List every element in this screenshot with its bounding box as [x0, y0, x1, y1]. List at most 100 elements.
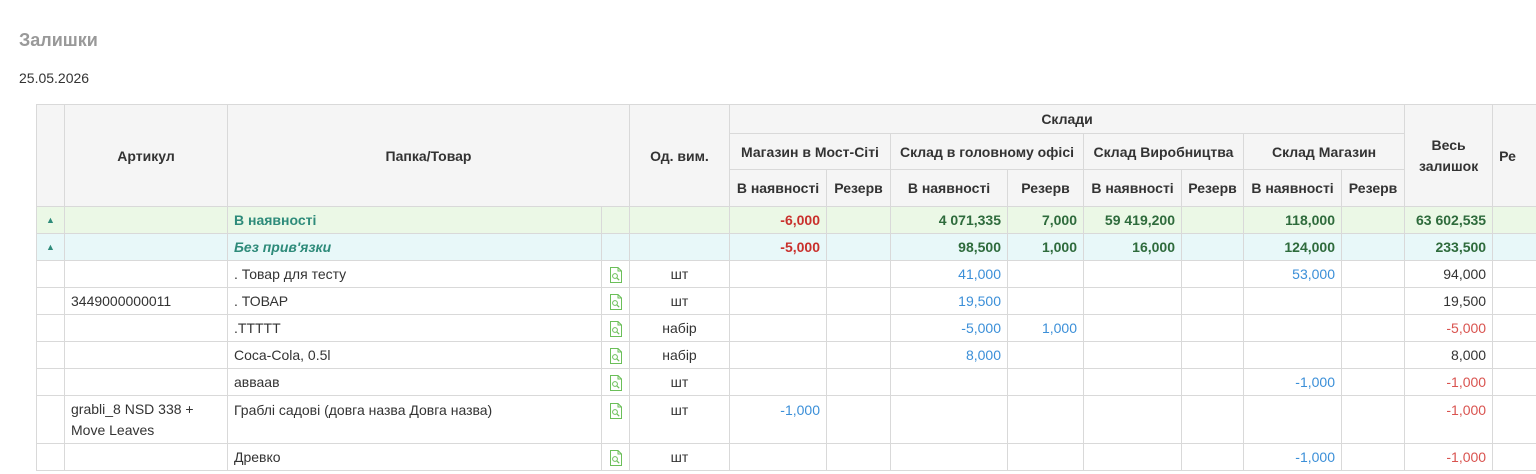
row-value-cell[interactable]: [890, 443, 1008, 471]
row-value-cell[interactable]: [1007, 443, 1084, 471]
header-article[interactable]: Артикул: [64, 104, 228, 207]
document-search-icon[interactable]: [609, 449, 623, 466]
product-card-cell[interactable]: [601, 395, 630, 444]
row-product-name[interactable]: .ТТТТТ: [227, 314, 602, 342]
row-value-cell[interactable]: 8,000: [890, 341, 1008, 369]
row-value-cell[interactable]: [826, 395, 891, 444]
row-value-cell[interactable]: [1243, 341, 1342, 369]
row-value-cell[interactable]: [1340, 368, 1406, 396]
row-value-cell[interactable]: [729, 368, 827, 396]
product-card-cell[interactable]: [601, 368, 630, 396]
row-value-cell[interactable]: [1083, 443, 1182, 471]
product-card-cell[interactable]: [601, 260, 630, 288]
header-reserve[interactable]: Резерв: [1007, 169, 1084, 207]
row-value-cell[interactable]: [1007, 260, 1084, 288]
collapse-toggle-icon[interactable]: ▲: [36, 233, 65, 261]
row-value-cell[interactable]: -1,000: [729, 395, 827, 444]
document-search-icon[interactable]: [609, 320, 623, 337]
row-value-cell[interactable]: 19,500: [890, 287, 1008, 315]
product-card-cell[interactable]: [601, 341, 630, 369]
table-row[interactable]: . Товар для тесту шт 41,000 53,000 94,000: [36, 260, 1536, 288]
row-value-cell[interactable]: [1181, 287, 1244, 315]
row-value-cell[interactable]: [826, 368, 891, 396]
row-product-name[interactable]: авваав: [227, 368, 602, 396]
row-value-cell[interactable]: [1181, 314, 1244, 342]
row-value-cell[interactable]: [1083, 341, 1182, 369]
row-value-cell[interactable]: [826, 287, 891, 315]
document-search-icon[interactable]: [609, 374, 623, 391]
document-search-icon[interactable]: [609, 403, 623, 420]
row-value-cell[interactable]: [1243, 287, 1342, 315]
document-search-icon[interactable]: [609, 347, 623, 364]
row-value-cell[interactable]: [1243, 314, 1342, 342]
product-card-cell[interactable]: [601, 443, 630, 471]
row-value-cell[interactable]: [1083, 260, 1182, 288]
header-extra[interactable]: Ре: [1492, 104, 1536, 207]
row-value-cell[interactable]: [826, 314, 891, 342]
header-reserve[interactable]: Резерв: [1340, 169, 1406, 207]
row-value-cell[interactable]: -1,000: [1243, 368, 1342, 396]
row-value-cell[interactable]: [1083, 314, 1182, 342]
row-value-cell[interactable]: [1340, 260, 1406, 288]
stock-table-container[interactable]: Артикул Папка/Товар Од. вим. Склади Весь…: [36, 104, 1536, 474]
header-in-stock[interactable]: В наявності: [1243, 169, 1342, 207]
row-value-cell[interactable]: 1,000: [1007, 314, 1084, 342]
row-product-name[interactable]: . Товар для тесту: [227, 260, 602, 288]
product-card-cell[interactable]: [601, 314, 630, 342]
table-row[interactable]: 3449000000011. ТОВАР шт 19,500 19,500: [36, 287, 1536, 315]
row-value-cell[interactable]: [1181, 260, 1244, 288]
row-value-cell[interactable]: [1007, 395, 1084, 444]
product-card-cell[interactable]: [601, 287, 630, 315]
row-value-cell[interactable]: [826, 260, 891, 288]
header-total[interactable]: Весь залишок: [1404, 104, 1494, 207]
group-row[interactable]: ▲ Без прив'язки -5,000 98,500 1,000 16,000 124…: [36, 233, 1536, 261]
row-value-cell[interactable]: [890, 395, 1008, 444]
row-value-cell[interactable]: [729, 314, 827, 342]
row-value-cell[interactable]: [826, 341, 891, 369]
header-unit[interactable]: Од. вим.: [629, 104, 730, 207]
table-row[interactable]: Coca-Cola, 0.5l набір 8,000 8,000: [36, 341, 1536, 369]
header-product[interactable]: Папка/Товар: [227, 104, 630, 207]
row-value-cell[interactable]: 53,000: [1243, 260, 1342, 288]
row-value-cell[interactable]: [826, 443, 891, 471]
row-value-cell[interactable]: [1007, 341, 1084, 369]
row-value-cell[interactable]: [1340, 341, 1406, 369]
table-row[interactable]: авваав шт -1,000 -1,000: [36, 368, 1536, 396]
group-name[interactable]: Без прив'язки: [227, 233, 602, 261]
row-value-cell[interactable]: [1083, 368, 1182, 396]
row-product-name[interactable]: Coca-Cola, 0.5l: [227, 341, 602, 369]
row-value-cell[interactable]: [1243, 395, 1342, 444]
row-value-cell[interactable]: [1181, 395, 1244, 444]
header-in-stock[interactable]: В наявності: [890, 169, 1008, 207]
row-value-cell[interactable]: [1181, 443, 1244, 471]
group-row[interactable]: ▲ В наявності -6,000 4 071,335 7,000 59 419,2…: [36, 206, 1536, 234]
document-search-icon[interactable]: [609, 266, 623, 283]
row-value-cell[interactable]: [729, 341, 827, 369]
collapse-toggle-icon[interactable]: ▲: [36, 206, 65, 234]
row-product-name[interactable]: . ТОВАР: [227, 287, 602, 315]
row-product-name[interactable]: Древко: [227, 443, 602, 471]
row-value-cell[interactable]: [890, 368, 1008, 396]
row-value-cell[interactable]: [1340, 443, 1406, 471]
row-value-cell[interactable]: [729, 443, 827, 471]
table-row[interactable]: grabli_8 NSD 338 + Move Leaves Граблі сад…: [36, 395, 1536, 444]
row-value-cell[interactable]: [1340, 314, 1406, 342]
group-name[interactable]: В наявності: [227, 206, 602, 234]
table-row[interactable]: .ТТТТТ набір -5,000 1,000 -5,000: [36, 314, 1536, 342]
row-value-cell[interactable]: [1340, 395, 1406, 444]
row-value-cell[interactable]: [1007, 368, 1084, 396]
row-value-cell[interactable]: [1181, 368, 1244, 396]
row-value-cell[interactable]: [1007, 287, 1084, 315]
table-row[interactable]: Древко шт -1,000 -1,000: [36, 443, 1536, 471]
row-value-cell[interactable]: [729, 260, 827, 288]
row-value-cell[interactable]: [1083, 287, 1182, 315]
header-in-stock[interactable]: В наявності: [1083, 169, 1182, 207]
row-value-cell[interactable]: [1340, 287, 1406, 315]
row-value-cell[interactable]: [1181, 341, 1244, 369]
row-value-cell[interactable]: [1083, 395, 1182, 444]
header-reserve[interactable]: Резерв: [826, 169, 891, 207]
row-value-cell[interactable]: [729, 287, 827, 315]
row-value-cell[interactable]: 41,000: [890, 260, 1008, 288]
row-value-cell[interactable]: -5,000: [890, 314, 1008, 342]
row-product-name[interactable]: Граблі садові (довга назва Довга назва): [227, 395, 602, 444]
